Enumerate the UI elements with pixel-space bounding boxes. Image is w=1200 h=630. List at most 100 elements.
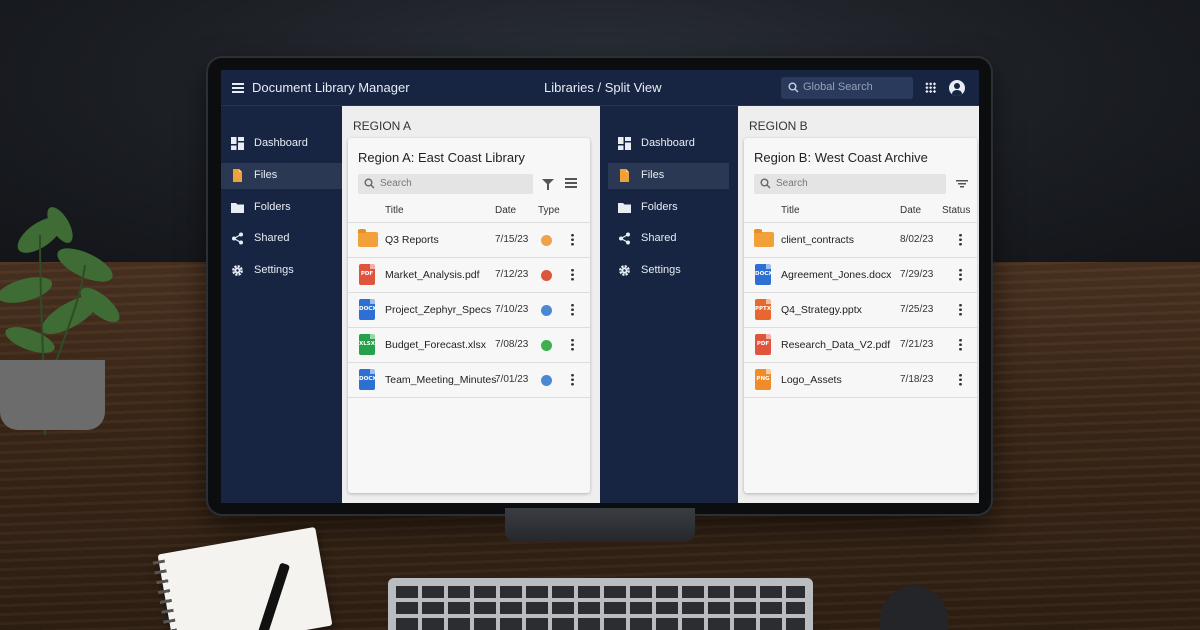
more-options-icon[interactable] bbox=[959, 373, 962, 386]
library-search-placeholder: Search bbox=[380, 178, 412, 189]
search-icon bbox=[760, 178, 771, 189]
account-icon[interactable] bbox=[949, 80, 965, 96]
docx-icon: DOCX bbox=[755, 264, 773, 285]
table-row[interactable]: DOCX Team_Meeting_Minutes 7/01/23 bbox=[348, 362, 590, 397]
file-date: 7/21/23 bbox=[900, 339, 934, 350]
column-header-title[interactable]: Title bbox=[781, 205, 800, 216]
sidebar-item-folders[interactable]: Folders bbox=[608, 195, 729, 221]
library-search-input[interactable]: Search bbox=[358, 174, 533, 194]
sidebar-item-label: Files bbox=[641, 168, 665, 181]
file-date: 7/08/23 bbox=[495, 339, 529, 350]
library-card: Region A: East Coast Library Search Titl… bbox=[348, 138, 590, 493]
file-name[interactable]: Market_Analysis.pdf bbox=[385, 269, 480, 281]
top-app-bar: Document Library Manager Libraries / Spl… bbox=[221, 70, 979, 106]
more-options-icon[interactable] bbox=[571, 268, 574, 281]
filter-icon[interactable] bbox=[542, 179, 554, 190]
table-row[interactable]: PDF Market_Analysis.pdf 7/12/23 bbox=[348, 257, 590, 292]
app-title: Document Library Manager bbox=[252, 80, 410, 95]
file-date: 7/18/23 bbox=[900, 374, 934, 385]
sidebar-item-dashboard[interactable]: Dashboard bbox=[221, 131, 342, 157]
file-type-badge: PDF bbox=[360, 271, 374, 277]
file-name[interactable]: Team_Meeting_Minutes bbox=[385, 374, 496, 386]
file-date: 7/01/23 bbox=[495, 374, 529, 385]
file-name[interactable]: Logo_Assets bbox=[781, 374, 842, 386]
file-name[interactable]: Research_Data_V2.pdf bbox=[781, 339, 890, 351]
sidebar-item-dashboard[interactable]: Dashboard bbox=[608, 131, 729, 157]
sidebar-item-shared[interactable]: Shared bbox=[608, 226, 729, 252]
sidebar-item-shared[interactable]: Shared bbox=[221, 226, 342, 252]
sidebar-item-settings[interactable]: Settings bbox=[608, 258, 729, 284]
sidebar-item-files[interactable]: Files bbox=[221, 162, 342, 189]
table-divider bbox=[744, 397, 977, 398]
type-indicator bbox=[541, 235, 552, 246]
file-type-badge: DOCX bbox=[755, 271, 773, 277]
more-options-icon[interactable] bbox=[959, 233, 962, 246]
pdf-icon: PDF bbox=[755, 334, 771, 355]
global-search-input[interactable]: Global Search bbox=[781, 77, 913, 99]
png-icon: PNG bbox=[755, 369, 771, 390]
file-name[interactable]: Budget_Forecast.xlsx bbox=[385, 339, 486, 351]
column-header-date[interactable]: Date bbox=[495, 205, 516, 216]
files-icon bbox=[618, 168, 631, 182]
table-row[interactable]: PDF Research_Data_V2.pdf 7/21/23 bbox=[744, 327, 977, 362]
more-options-icon[interactable] bbox=[571, 338, 574, 351]
more-options-icon[interactable] bbox=[571, 303, 574, 316]
table-row[interactable]: DOCX Project_Zephyr_Specs 7/10/23 bbox=[348, 292, 590, 327]
column-header-type[interactable]: Type bbox=[538, 205, 560, 216]
sort-icon[interactable] bbox=[956, 180, 968, 188]
file-name[interactable]: Q4_Strategy.pptx bbox=[781, 304, 862, 316]
more-options-icon[interactable] bbox=[571, 373, 574, 386]
library-search-placeholder: Search bbox=[776, 178, 808, 189]
sidebar-item-folders[interactable]: Folders bbox=[221, 195, 342, 221]
file-name[interactable]: Agreement_Jones.docx bbox=[781, 269, 891, 281]
file-type-badge: PPTX bbox=[755, 306, 772, 312]
file-date: 7/15/23 bbox=[495, 234, 529, 245]
library-panel: REGION A Region A: East Coast Library Se… bbox=[342, 106, 600, 503]
sidebar-item-label: Dashboard bbox=[641, 137, 695, 149]
column-header-date[interactable]: Date bbox=[900, 205, 921, 216]
table-divider bbox=[348, 397, 590, 398]
dashboard-icon bbox=[231, 137, 244, 150]
sidebar-item-settings[interactable]: Settings bbox=[221, 258, 342, 284]
file-type-badge: DOCX bbox=[359, 376, 377, 382]
sidebar-item-label: Files bbox=[254, 168, 278, 181]
docx-icon: DOCX bbox=[359, 299, 377, 320]
app-window: Document Library Manager Libraries / Spl… bbox=[221, 70, 979, 503]
file-name[interactable]: Q3 Reports bbox=[385, 234, 439, 246]
global-search-placeholder: Global Search bbox=[803, 81, 873, 93]
file-date: 7/12/23 bbox=[495, 269, 529, 280]
library-card: Region B: West Coast Archive Search Titl… bbox=[744, 138, 977, 493]
column-header-title[interactable]: Title bbox=[385, 205, 404, 216]
table-row[interactable]: Q3 Reports 7/15/23 bbox=[348, 222, 590, 257]
region-label: REGION A bbox=[353, 119, 412, 133]
sidebar-item-label: Settings bbox=[641, 264, 681, 277]
table-row[interactable]: PPTX Q4_Strategy.pptx 7/25/23 bbox=[744, 292, 977, 327]
folder-icon bbox=[358, 229, 378, 247]
sidebar-item-label: Folders bbox=[254, 200, 291, 213]
more-options-icon[interactable] bbox=[959, 303, 962, 316]
folders-icon bbox=[618, 201, 631, 214]
menu-icon[interactable] bbox=[232, 83, 244, 93]
table-row[interactable]: XLSX Budget_Forecast.xlsx 7/08/23 bbox=[348, 327, 590, 362]
file-type-badge: DOCX bbox=[359, 306, 377, 312]
library-title: Region B: West Coast Archive bbox=[754, 150, 928, 165]
region-label: REGION B bbox=[749, 119, 808, 133]
column-header-status[interactable]: Status bbox=[942, 205, 970, 216]
more-options-icon[interactable] bbox=[959, 338, 962, 351]
tune-icon[interactable] bbox=[565, 178, 577, 188]
apps-grid-icon[interactable] bbox=[925, 82, 936, 93]
pptx-icon: PPTX bbox=[755, 299, 771, 320]
table-row[interactable]: DOCX Agreement_Jones.docx 7/29/23 bbox=[744, 257, 977, 292]
pdf-icon: PDF bbox=[359, 264, 375, 285]
library-search-input[interactable]: Search bbox=[754, 174, 946, 194]
table-row[interactable]: client_contracts 8/02/23 bbox=[744, 222, 977, 257]
sidebar-item-label: Shared bbox=[254, 232, 290, 245]
more-options-icon[interactable] bbox=[571, 233, 574, 246]
file-name[interactable]: Project_Zephyr_Specs bbox=[385, 304, 491, 316]
more-options-icon[interactable] bbox=[959, 268, 962, 281]
table-row[interactable]: PNG Logo_Assets 7/18/23 bbox=[744, 362, 977, 397]
type-indicator bbox=[541, 270, 552, 281]
sidebar-item-files[interactable]: Files bbox=[608, 162, 729, 189]
file-name[interactable]: client_contracts bbox=[781, 234, 854, 246]
file-type-badge: PDF bbox=[756, 341, 770, 347]
